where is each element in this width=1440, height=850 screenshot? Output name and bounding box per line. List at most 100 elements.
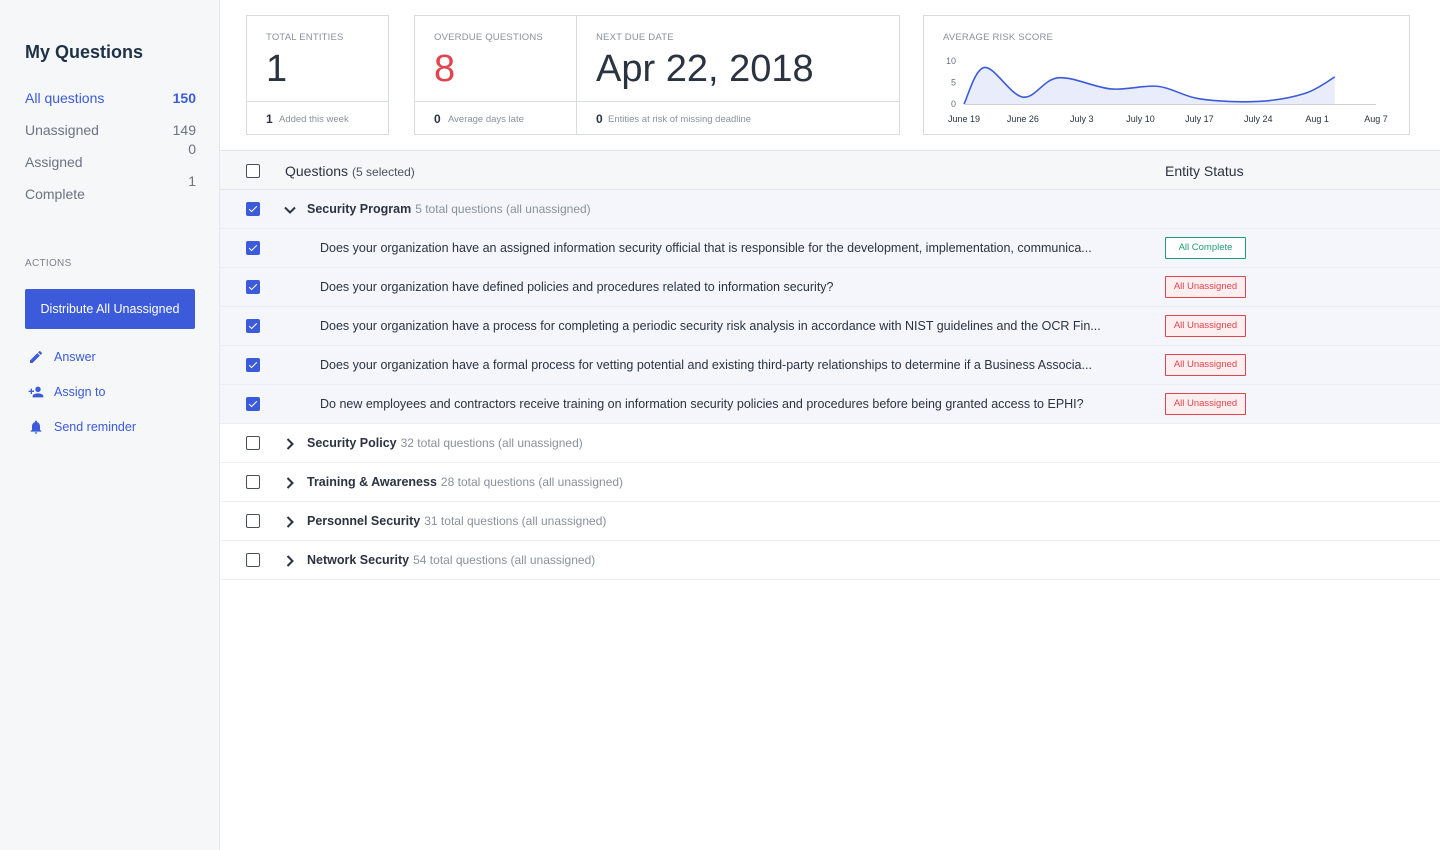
question-text: Does your organization have a process fo… xyxy=(320,319,1101,333)
nav-label: Assigned xyxy=(25,154,83,170)
group-checkbox[interactable] xyxy=(246,202,260,216)
group-checkbox[interactable] xyxy=(246,475,260,489)
chevron-right-icon[interactable] xyxy=(283,515,297,529)
distribute-all-unassigned-button[interactable]: Distribute All Unassigned xyxy=(25,289,195,329)
question-text: Does your organization have an assigned … xyxy=(320,241,1092,255)
footer-text: Added this week xyxy=(279,114,349,125)
question-row[interactable]: Does your organization have a process fo… xyxy=(220,307,1440,346)
nav-label: Unassigned xyxy=(25,122,99,138)
nav-assigned[interactable]: Assigned 0 xyxy=(25,141,196,184)
x-tick-label: July 3 xyxy=(1070,114,1094,124)
total-entities-value: 1 xyxy=(266,48,288,90)
entity-status-column-header: Entity Status xyxy=(1165,163,1244,179)
action-label: Answer xyxy=(54,350,96,364)
question-checkbox[interactable] xyxy=(246,397,260,411)
selected-count: (5 selected) xyxy=(352,165,415,179)
x-tick-label: Aug 1 xyxy=(1305,114,1329,124)
bell-icon xyxy=(30,420,42,434)
footer-value: 0 xyxy=(596,112,603,126)
chevron-right-icon[interactable] xyxy=(283,476,297,490)
overdue-due-card: OVERDUE QUESTIONS 8 NEXT DUE DATE Apr 22… xyxy=(414,15,900,135)
chevron-down-icon[interactable] xyxy=(283,203,297,217)
group-name: Personnel Security xyxy=(307,514,421,528)
overdue-questions-value: 8 xyxy=(434,48,456,90)
nav-label: Complete xyxy=(25,186,85,202)
card-footer: 0 Average days late 0 Entities at risk o… xyxy=(415,101,899,134)
next-due-date-value: Apr 22, 2018 xyxy=(596,48,814,90)
chevron-right-icon[interactable] xyxy=(283,437,297,451)
group-checkbox[interactable] xyxy=(246,436,260,450)
questions-table: Questions (5 selected) Entity Status Secu… xyxy=(220,150,1440,580)
question-row[interactable]: Does your organization have defined poli… xyxy=(220,268,1440,307)
group-meta: 31 total questions (all unassigned) xyxy=(424,514,607,528)
question-text: Does your organization have defined poli… xyxy=(320,280,834,294)
y-tick-label: 10 xyxy=(946,56,956,66)
nav-unassigned[interactable]: Unassigned 149 xyxy=(25,120,196,152)
group-row[interactable]: Security Policy 32 total questions (all u… xyxy=(220,424,1440,463)
pencil-icon xyxy=(30,350,43,363)
card-label: NEXT DUE DATE xyxy=(596,32,674,43)
assign-to-action[interactable]: Assign to xyxy=(28,382,105,402)
sidebar-title: My Questions xyxy=(25,42,144,62)
status-badge: All Unassigned xyxy=(1165,354,1246,376)
footer-text: Entities at risk of missing deadline xyxy=(608,114,752,125)
group-row[interactable]: Network Security 54 total questions (all … xyxy=(220,541,1440,580)
question-checkbox[interactable] xyxy=(246,319,260,333)
card-footer: 1 Added this week xyxy=(247,101,388,134)
total-entities-card: TOTAL ENTITIES 1 1 Added this week xyxy=(246,15,389,135)
risk-score-chart: 0 5 10 June 19 June 26 July 3 July 10 July 17 Ju… xyxy=(946,56,1388,124)
table-header: Questions (5 selected) Entity Status xyxy=(220,150,1440,190)
actions-heading: ACTIONS xyxy=(25,258,72,269)
group-checkbox[interactable] xyxy=(246,553,260,567)
group-checkbox[interactable] xyxy=(246,514,260,528)
x-tick-label: July 17 xyxy=(1185,114,1214,124)
answer-action[interactable]: Answer xyxy=(28,347,96,367)
question-checkbox[interactable] xyxy=(246,358,260,372)
status-badge: All Unassigned xyxy=(1165,276,1246,298)
x-tick-label: June 26 xyxy=(1007,114,1039,124)
header-label: Questions xyxy=(285,163,349,179)
footer-value: 1 xyxy=(266,112,273,126)
question-row[interactable]: Does your organization have a formal pro… xyxy=(220,346,1440,385)
y-tick-label: 0 xyxy=(951,99,956,109)
group-meta: 32 total questions (all unassigned) xyxy=(400,436,583,450)
status-badge: All Complete xyxy=(1165,237,1246,259)
status-badge: All Unassigned xyxy=(1165,315,1246,337)
nav-all-questions[interactable]: All questions 150 xyxy=(25,88,196,120)
question-text: Do new employees and contractors receive… xyxy=(320,397,1084,411)
group-row[interactable]: Training & Awareness 28 total questions (… xyxy=(220,463,1440,502)
sidebar-nav: All questions 150 Unassigned 149 Assigne… xyxy=(25,88,196,216)
footer-value: 0 xyxy=(434,112,441,126)
add-person-icon xyxy=(28,386,44,398)
select-all-checkbox[interactable] xyxy=(246,164,260,178)
status-badge: All Unassigned xyxy=(1165,393,1246,415)
group-title: Security Program 5 total questions (all u… xyxy=(307,202,591,216)
chevron-right-icon[interactable] xyxy=(283,554,297,568)
group-name: Training & Awareness xyxy=(307,475,437,489)
x-tick-label: June 19 xyxy=(948,114,980,124)
question-row[interactable]: Do new employees and contractors receive… xyxy=(220,385,1440,424)
group-name: Network Security xyxy=(307,553,410,567)
card-label: TOTAL ENTITIES xyxy=(266,32,344,43)
risk-score-card: AVERAGE RISK SCORE 0 5 10 June 19 June 26 Jul… xyxy=(923,15,1410,135)
questions-column-header: Questions (5 selected) xyxy=(285,163,415,179)
group-row[interactable]: Security Program 5 total questions (all u… xyxy=(220,190,1440,229)
x-tick-label: July 24 xyxy=(1244,114,1273,124)
y-tick-label: 5 xyxy=(951,78,956,88)
nav-complete[interactable]: Complete 1 xyxy=(25,173,196,216)
group-row[interactable]: Personnel Security 31 total questions (al… xyxy=(220,502,1440,541)
nav-count: 150 xyxy=(172,90,196,106)
question-checkbox[interactable] xyxy=(246,280,260,294)
sidebar: My Questions All questions 150 Unassigne… xyxy=(0,0,220,850)
nav-count: 1 xyxy=(188,173,196,189)
question-row[interactable]: Does your organization have an assigned … xyxy=(220,229,1440,268)
group-title: Network Security 54 total questions (all … xyxy=(307,553,595,567)
nav-count: 149 xyxy=(172,122,196,138)
group-meta: 5 total questions (all unassigned) xyxy=(415,202,591,216)
question-checkbox[interactable] xyxy=(246,241,260,255)
x-tick-label: July 10 xyxy=(1126,114,1155,124)
group-title: Personnel Security 31 total questions (al… xyxy=(307,514,606,528)
footer-text: Average days late xyxy=(448,114,524,125)
action-label: Send reminder xyxy=(54,420,136,434)
send-reminder-action[interactable]: Send reminder xyxy=(28,417,136,437)
